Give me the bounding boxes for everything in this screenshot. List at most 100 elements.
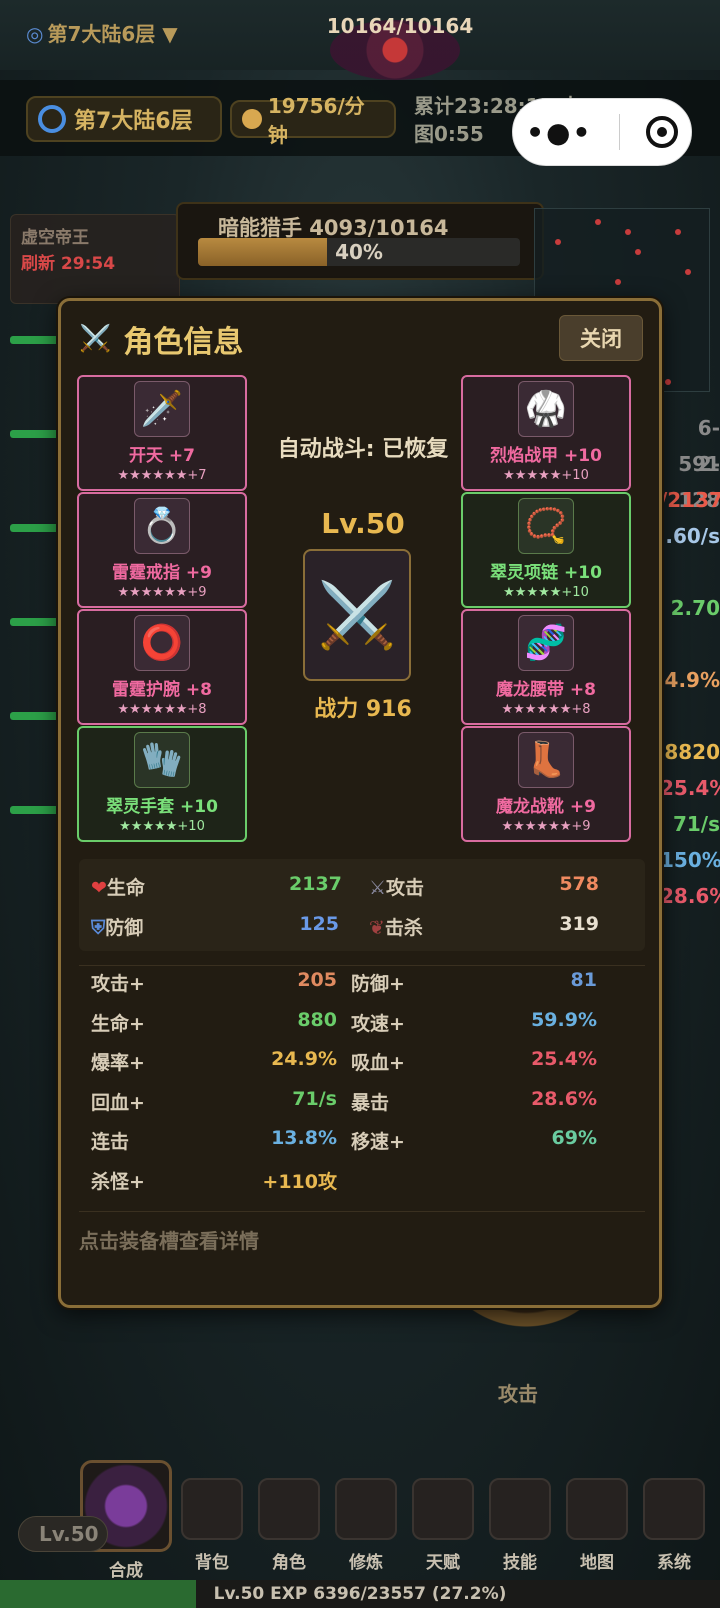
capsule-divider (618, 114, 620, 150)
nav-item[interactable]: 天赋 (411, 1478, 475, 1573)
hint-text: 点击装备槽查看详情 (79, 1229, 259, 1253)
equipment-stars: ★★★★★+10 (503, 585, 589, 600)
blood-drop-icon: ❦ (369, 917, 385, 939)
bonus-label: 移速+ (351, 1131, 405, 1153)
modal-title: ⚔️ 角色信息 (79, 317, 243, 361)
boss-refresh-panel[interactable]: 虚空帝王 刷新 29:54 (10, 214, 180, 304)
nav-label: 系统 (657, 1553, 691, 1573)
boss-refresh-timer: 刷新 29:54 (21, 254, 116, 274)
portal-icon (38, 105, 66, 133)
equipment-slot[interactable]: 🧬 魔龙腰带 +8 ★★★★★★+8 (461, 609, 631, 725)
bonus-label: 杀怪+ (91, 1170, 145, 1193)
kill-value: 319 (559, 913, 599, 935)
def-label: 防御 (105, 917, 144, 939)
equipment-slot[interactable]: 👢 魔龙战靴 +9 ★★★★★★+9 (461, 726, 631, 842)
hp-label: 生命 (106, 877, 145, 899)
equipment-slot[interactable]: 💍 雷霆戒指 +9 ★★★★★★+9 (77, 492, 247, 608)
shield-icon: ⛨ (91, 917, 106, 939)
equipment-name: 烈焰战甲 +10 (490, 446, 602, 466)
attack-button-label: 攻击 (498, 1382, 538, 1406)
bonus-value: +110攻 (262, 1170, 337, 1193)
swirl-icon: ◎ (26, 22, 44, 46)
equipment-slot[interactable]: 📿 翠灵项链 +10 ★★★★★+10 (461, 492, 631, 608)
necklace-icon: 📿 (518, 498, 574, 554)
bonus-label: 连击 (91, 1131, 130, 1153)
right-stat-value (660, 554, 720, 590)
swords-icon: ⚔ (369, 877, 387, 899)
modal-title-text: 角色信息 (123, 325, 244, 360)
nav-icon (258, 1478, 320, 1540)
minimap-enemy-dot (595, 219, 601, 225)
minimap-enemy-dot (625, 229, 631, 235)
equipment-stars: ★★★★★★+9 (117, 585, 207, 600)
right-stat-value: .60/s (665, 524, 720, 548)
equipment-slot[interactable]: 🥋 烈焰战甲 +10 ★★★★★+10 (461, 375, 631, 491)
exp-text: Lv.50 EXP 6396/23557 (27.2%) (213, 1584, 507, 1604)
kill-label: 击杀 (384, 917, 423, 939)
footer-divider (79, 1211, 645, 1212)
nav-label: 地图 (580, 1553, 614, 1573)
bonus-label: 暴击 (351, 1091, 390, 1114)
target-hp-panel: 暗能猎手 4093/10164 40% (176, 202, 544, 280)
target-hp-percent: 40% (335, 240, 383, 264)
compose-label: 合成 (109, 1561, 143, 1581)
exp-bar: Lv.50 EXP 6396/23557 (27.2%) (0, 1580, 720, 1608)
level-pill: Lv.50 (18, 1516, 108, 1552)
nav-item[interactable]: 技能 (488, 1478, 552, 1573)
equipment-slot[interactable]: ⭕ 雷霆护腕 +8 ★★★★★★+8 (77, 609, 247, 725)
bonus-label: 生命+ (91, 1012, 145, 1035)
nav-label: 技能 (503, 1553, 537, 1573)
equipment-name: 开天 +7 (129, 446, 195, 466)
nav-item[interactable]: 背包 (180, 1478, 244, 1573)
character-level: Lv.50 (321, 507, 405, 540)
right-stat-value: 28.6% (660, 884, 720, 908)
right-stat-value: 6-591 (678, 416, 720, 476)
target-hp-bar: 40% (198, 238, 520, 266)
nav-item[interactable]: 修炼 (334, 1478, 398, 1573)
def-stat: ⛨防御 (91, 913, 143, 940)
equipment-slot[interactable]: 🗡️ 开天 +7 ★★★★★★+7 (77, 375, 247, 491)
gold-rate-pill: 19756/分钟 (230, 94, 396, 147)
bracer-icon: ⭕ (134, 615, 190, 671)
equipment-stars: ★★★★★+10 (503, 468, 589, 483)
minimap-enemy-dot (665, 379, 671, 385)
kill-stat: ❦击杀 (369, 913, 423, 940)
belt-icon: 🧬 (518, 615, 574, 671)
minimap-enemy-dot (555, 239, 561, 245)
right-stat-value: 2.70 (670, 596, 720, 620)
crossed-swords-icon: ⚔️ (317, 578, 397, 653)
dagger-icon: 🗡️ (134, 381, 190, 437)
character-info-modal: ⚔️ 角色信息 关闭 🗡️ 开天 +7 ★★★★★★+7 💍 雷霆戒指 +9 ★★★★★★… (58, 298, 662, 1308)
equipment-name: 翠灵手套 +10 (106, 797, 218, 817)
nav-icon (643, 1478, 705, 1540)
bonus-label: 吸血+ (351, 1052, 405, 1074)
nav-item[interactable]: 地图 (565, 1478, 629, 1573)
nav-item[interactable]: 系统 (642, 1478, 706, 1573)
atk-label: 攻击 (386, 877, 425, 899)
floor-pill[interactable]: 第7大陆6层 (26, 96, 222, 142)
equipment-slot[interactable]: 🧤 翠灵手套 +10 ★★★★★+10 (77, 726, 247, 842)
equipment-name: 魔龙腰带 +8 (496, 680, 596, 700)
nav-item[interactable]: 角色 (257, 1478, 321, 1573)
heart-icon: ❤ (91, 877, 107, 899)
nav-label: 背包 (195, 1553, 229, 1573)
bonus-value: 59.9% (531, 1008, 597, 1031)
floor-selector[interactable]: ◎ 第7大陆6层 ▼ (26, 18, 178, 47)
bonus-label: 防御+ (351, 973, 405, 995)
bonus-label: 攻速+ (351, 1012, 405, 1035)
crossed-swords-icon: ⚔️ (79, 324, 112, 354)
bonus-label: 攻击+ (91, 973, 145, 995)
nav-label: 修炼 (349, 1553, 383, 1573)
right-stat-value: 8820 (664, 740, 720, 764)
floor-selector-label: 第7大陆6层 ▼ (47, 22, 178, 46)
bonus-value: 880 (297, 1008, 337, 1031)
close-miniprogram-icon[interactable] (645, 116, 678, 148)
atk-value: 578 (559, 873, 599, 895)
nav-icon (489, 1478, 551, 1540)
more-icon[interactable]: •●• (526, 116, 592, 149)
close-button[interactable]: 关闭 (559, 315, 643, 361)
stat-divider (79, 965, 645, 966)
nav-label: 天赋 (426, 1553, 460, 1573)
combat-power: 战力 916 (314, 697, 412, 722)
gloves-icon: 🧤 (134, 732, 190, 788)
